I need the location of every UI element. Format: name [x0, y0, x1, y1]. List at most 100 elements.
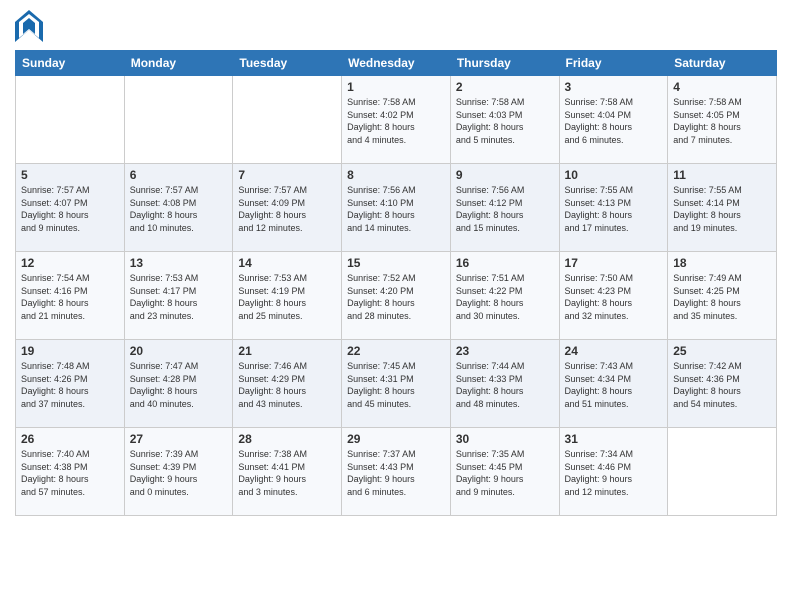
day-info: Sunrise: 7:53 AM Sunset: 4:19 PM Dayligh… [238, 273, 307, 321]
day-info: Sunrise: 7:58 AM Sunset: 4:05 PM Dayligh… [673, 97, 742, 145]
calendar-week-row: 19 Sunrise: 7:48 AM Sunset: 4:26 PM Dayli… [16, 340, 777, 428]
day-number: 7 [238, 168, 336, 182]
calendar-cell: 10Sunrise: 7:55 AM Sunset: 4:13 PM Dayli… [559, 164, 668, 252]
calendar-cell: 6 Sunrise: 7:57 AM Sunset: 4:08 PM Daylig… [124, 164, 233, 252]
day-info: Sunrise: 7:51 AM Sunset: 4:22 PM Dayligh… [456, 273, 525, 321]
weekday-header: Monday [124, 51, 233, 76]
day-info: Sunrise: 7:43 AM Sunset: 4:34 PM Dayligh… [565, 361, 634, 409]
day-number: 10 [565, 168, 663, 182]
day-number: 13 [130, 256, 228, 270]
day-number: 18 [673, 256, 771, 270]
calendar-cell: 16 Sunrise: 7:51 AM Sunset: 4:22 PM Dayli… [450, 252, 559, 340]
calendar-cell: 18 Sunrise: 7:49 AM Sunset: 4:25 PM Dayli… [668, 252, 777, 340]
calendar-cell: 17 Sunrise: 7:50 AM Sunset: 4:23 PM Dayli… [559, 252, 668, 340]
calendar-cell [124, 76, 233, 164]
weekday-header: Friday [559, 51, 668, 76]
day-info: Sunrise: 7:50 AM Sunset: 4:23 PM Dayligh… [565, 273, 634, 321]
day-info: Sunrise: 7:45 AM Sunset: 4:31 PM Dayligh… [347, 361, 416, 409]
day-number: 11 [673, 168, 771, 182]
calendar-cell: 12 Sunrise: 7:54 AM Sunset: 4:16 PM Dayli… [16, 252, 125, 340]
calendar-cell: 7Sunrise: 7:57 AM Sunset: 4:09 PM Daylig… [233, 164, 342, 252]
day-info: Sunrise: 7:57 AM Sunset: 4:07 PM Dayligh… [21, 185, 90, 233]
day-info: Sunrise: 7:49 AM Sunset: 4:25 PM Dayligh… [673, 273, 742, 321]
day-info: Sunrise: 7:58 AM Sunset: 4:03 PM Dayligh… [456, 97, 525, 145]
calendar-cell: 29 Sunrise: 7:37 AM Sunset: 4:43 PM Dayli… [342, 428, 451, 516]
calendar-cell: 1 Sunrise: 7:58 AM Sunset: 4:02 PM Daylig… [342, 76, 451, 164]
day-number: 27 [130, 432, 228, 446]
calendar-cell [16, 76, 125, 164]
calendar-cell: 2Sunrise: 7:58 AM Sunset: 4:03 PM Daylig… [450, 76, 559, 164]
calendar-cell: 15Sunrise: 7:52 AM Sunset: 4:20 PM Dayli… [342, 252, 451, 340]
day-number: 31 [565, 432, 663, 446]
calendar-cell: 4Sunrise: 7:58 AM Sunset: 4:05 PM Daylig… [668, 76, 777, 164]
day-number: 14 [238, 256, 336, 270]
calendar-cell: 11Sunrise: 7:55 AM Sunset: 4:14 PM Dayli… [668, 164, 777, 252]
calendar-cell: 26 Sunrise: 7:40 AM Sunset: 4:38 PM Dayli… [16, 428, 125, 516]
day-number: 6 [130, 168, 228, 182]
day-number: 22 [347, 344, 445, 358]
calendar-week-row: 1 Sunrise: 7:58 AM Sunset: 4:02 PM Daylig… [16, 76, 777, 164]
day-number: 30 [456, 432, 554, 446]
weekday-header-row: SundayMondayTuesdayWednesdayThursdayFrid… [16, 51, 777, 76]
calendar-cell: 28 Sunrise: 7:38 AM Sunset: 4:41 PM Dayli… [233, 428, 342, 516]
calendar-cell: 20 Sunrise: 7:47 AM Sunset: 4:28 PM Dayli… [124, 340, 233, 428]
day-number: 19 [21, 344, 119, 358]
day-number: 12 [21, 256, 119, 270]
day-info: Sunrise: 7:37 AM Sunset: 4:43 PM Dayligh… [347, 449, 416, 497]
calendar-week-row: 26 Sunrise: 7:40 AM Sunset: 4:38 PM Dayli… [16, 428, 777, 516]
weekday-header: Saturday [668, 51, 777, 76]
calendar-cell: 19 Sunrise: 7:48 AM Sunset: 4:26 PM Dayli… [16, 340, 125, 428]
calendar-cell: 30 Sunrise: 7:35 AM Sunset: 4:45 PM Dayli… [450, 428, 559, 516]
day-info: Sunrise: 7:34 AM Sunset: 4:46 PM Dayligh… [565, 449, 634, 497]
calendar-cell: 5 Sunrise: 7:57 AM Sunset: 4:07 PM Daylig… [16, 164, 125, 252]
day-info: Sunrise: 7:38 AM Sunset: 4:41 PM Dayligh… [238, 449, 307, 497]
day-number: 8 [347, 168, 445, 182]
day-info: Sunrise: 7:54 AM Sunset: 4:16 PM Dayligh… [21, 273, 90, 321]
weekday-header: Sunday [16, 51, 125, 76]
calendar-cell: 3Sunrise: 7:58 AM Sunset: 4:04 PM Daylig… [559, 76, 668, 164]
day-info: Sunrise: 7:39 AM Sunset: 4:39 PM Dayligh… [130, 449, 199, 497]
logo [15, 10, 43, 42]
day-number: 21 [238, 344, 336, 358]
day-info: Sunrise: 7:58 AM Sunset: 4:04 PM Dayligh… [565, 97, 634, 145]
calendar-cell: 31 Sunrise: 7:34 AM Sunset: 4:46 PM Dayli… [559, 428, 668, 516]
calendar-cell: 24 Sunrise: 7:43 AM Sunset: 4:34 PM Dayli… [559, 340, 668, 428]
day-number: 28 [238, 432, 336, 446]
day-info: Sunrise: 7:52 AM Sunset: 4:20 PM Dayligh… [347, 273, 416, 321]
calendar-cell: 13 Sunrise: 7:53 AM Sunset: 4:17 PM Dayli… [124, 252, 233, 340]
calendar-week-row: 5 Sunrise: 7:57 AM Sunset: 4:07 PM Daylig… [16, 164, 777, 252]
day-info: Sunrise: 7:48 AM Sunset: 4:26 PM Dayligh… [21, 361, 90, 409]
day-number: 26 [21, 432, 119, 446]
day-number: 25 [673, 344, 771, 358]
day-number: 29 [347, 432, 445, 446]
day-number: 17 [565, 256, 663, 270]
day-info: Sunrise: 7:47 AM Sunset: 4:28 PM Dayligh… [130, 361, 199, 409]
day-info: Sunrise: 7:42 AM Sunset: 4:36 PM Dayligh… [673, 361, 742, 409]
calendar-cell: 25 Sunrise: 7:42 AM Sunset: 4:36 PM Dayli… [668, 340, 777, 428]
calendar-cell: 23Sunrise: 7:44 AM Sunset: 4:33 PM Dayli… [450, 340, 559, 428]
weekday-header: Thursday [450, 51, 559, 76]
day-info: Sunrise: 7:40 AM Sunset: 4:38 PM Dayligh… [21, 449, 90, 497]
day-info: Sunrise: 7:35 AM Sunset: 4:45 PM Dayligh… [456, 449, 525, 497]
day-number: 5 [21, 168, 119, 182]
calendar-cell: 22 Sunrise: 7:45 AM Sunset: 4:31 PM Dayli… [342, 340, 451, 428]
calendar: SundayMondayTuesdayWednesdayThursdayFrid… [15, 50, 777, 516]
day-number: 23 [456, 344, 554, 358]
day-number: 20 [130, 344, 228, 358]
logo-icon [15, 10, 43, 42]
day-info: Sunrise: 7:46 AM Sunset: 4:29 PM Dayligh… [238, 361, 307, 409]
day-info: Sunrise: 7:57 AM Sunset: 4:08 PM Dayligh… [130, 185, 199, 233]
page: SundayMondayTuesdayWednesdayThursdayFrid… [0, 0, 792, 612]
day-info: Sunrise: 7:56 AM Sunset: 4:12 PM Dayligh… [456, 185, 525, 233]
weekday-header: Wednesday [342, 51, 451, 76]
day-number: 9 [456, 168, 554, 182]
calendar-week-row: 12 Sunrise: 7:54 AM Sunset: 4:16 PM Dayli… [16, 252, 777, 340]
day-number: 24 [565, 344, 663, 358]
calendar-cell: 27 Sunrise: 7:39 AM Sunset: 4:39 PM Dayli… [124, 428, 233, 516]
calendar-cell: 14 Sunrise: 7:53 AM Sunset: 4:19 PM Dayli… [233, 252, 342, 340]
calendar-cell: 21 Sunrise: 7:46 AM Sunset: 4:29 PM Dayli… [233, 340, 342, 428]
day-number: 1 [347, 80, 445, 94]
day-info: Sunrise: 7:58 AM Sunset: 4:02 PM Dayligh… [347, 97, 416, 145]
day-info: Sunrise: 7:53 AM Sunset: 4:17 PM Dayligh… [130, 273, 199, 321]
day-number: 16 [456, 256, 554, 270]
